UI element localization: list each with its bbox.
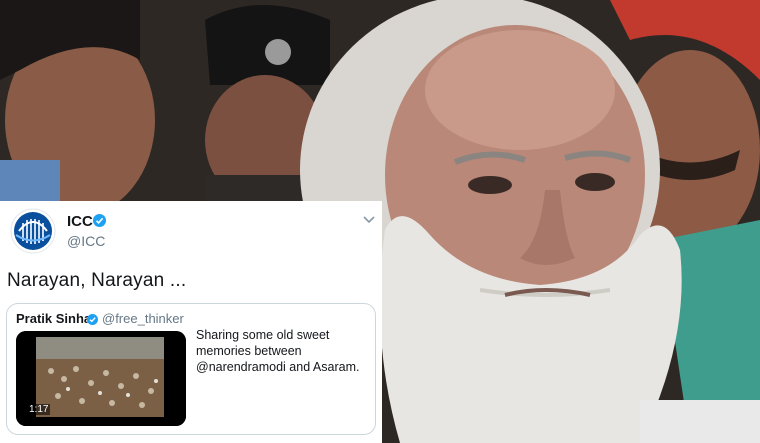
chevron-down-icon[interactable] [362,212,376,224]
video-duration-badge: 1:17 [27,404,51,415]
tweet-text: Narayan, Narayan ... [7,270,187,291]
quoted-verified-badge-icon [87,312,98,325]
account-name[interactable]: ICC [67,213,93,230]
quoted-author-handle[interactable]: @free_thinker [102,311,184,326]
verified-badge-icon [93,214,106,227]
quoted-tweet-text: Sharing some old sweet memories between … [196,328,360,374]
icc-logo-icon[interactable] [10,208,56,254]
quoted-author-name[interactable]: Pratik Sinha [16,311,91,326]
account-handle[interactable]: @ICC [67,233,105,249]
